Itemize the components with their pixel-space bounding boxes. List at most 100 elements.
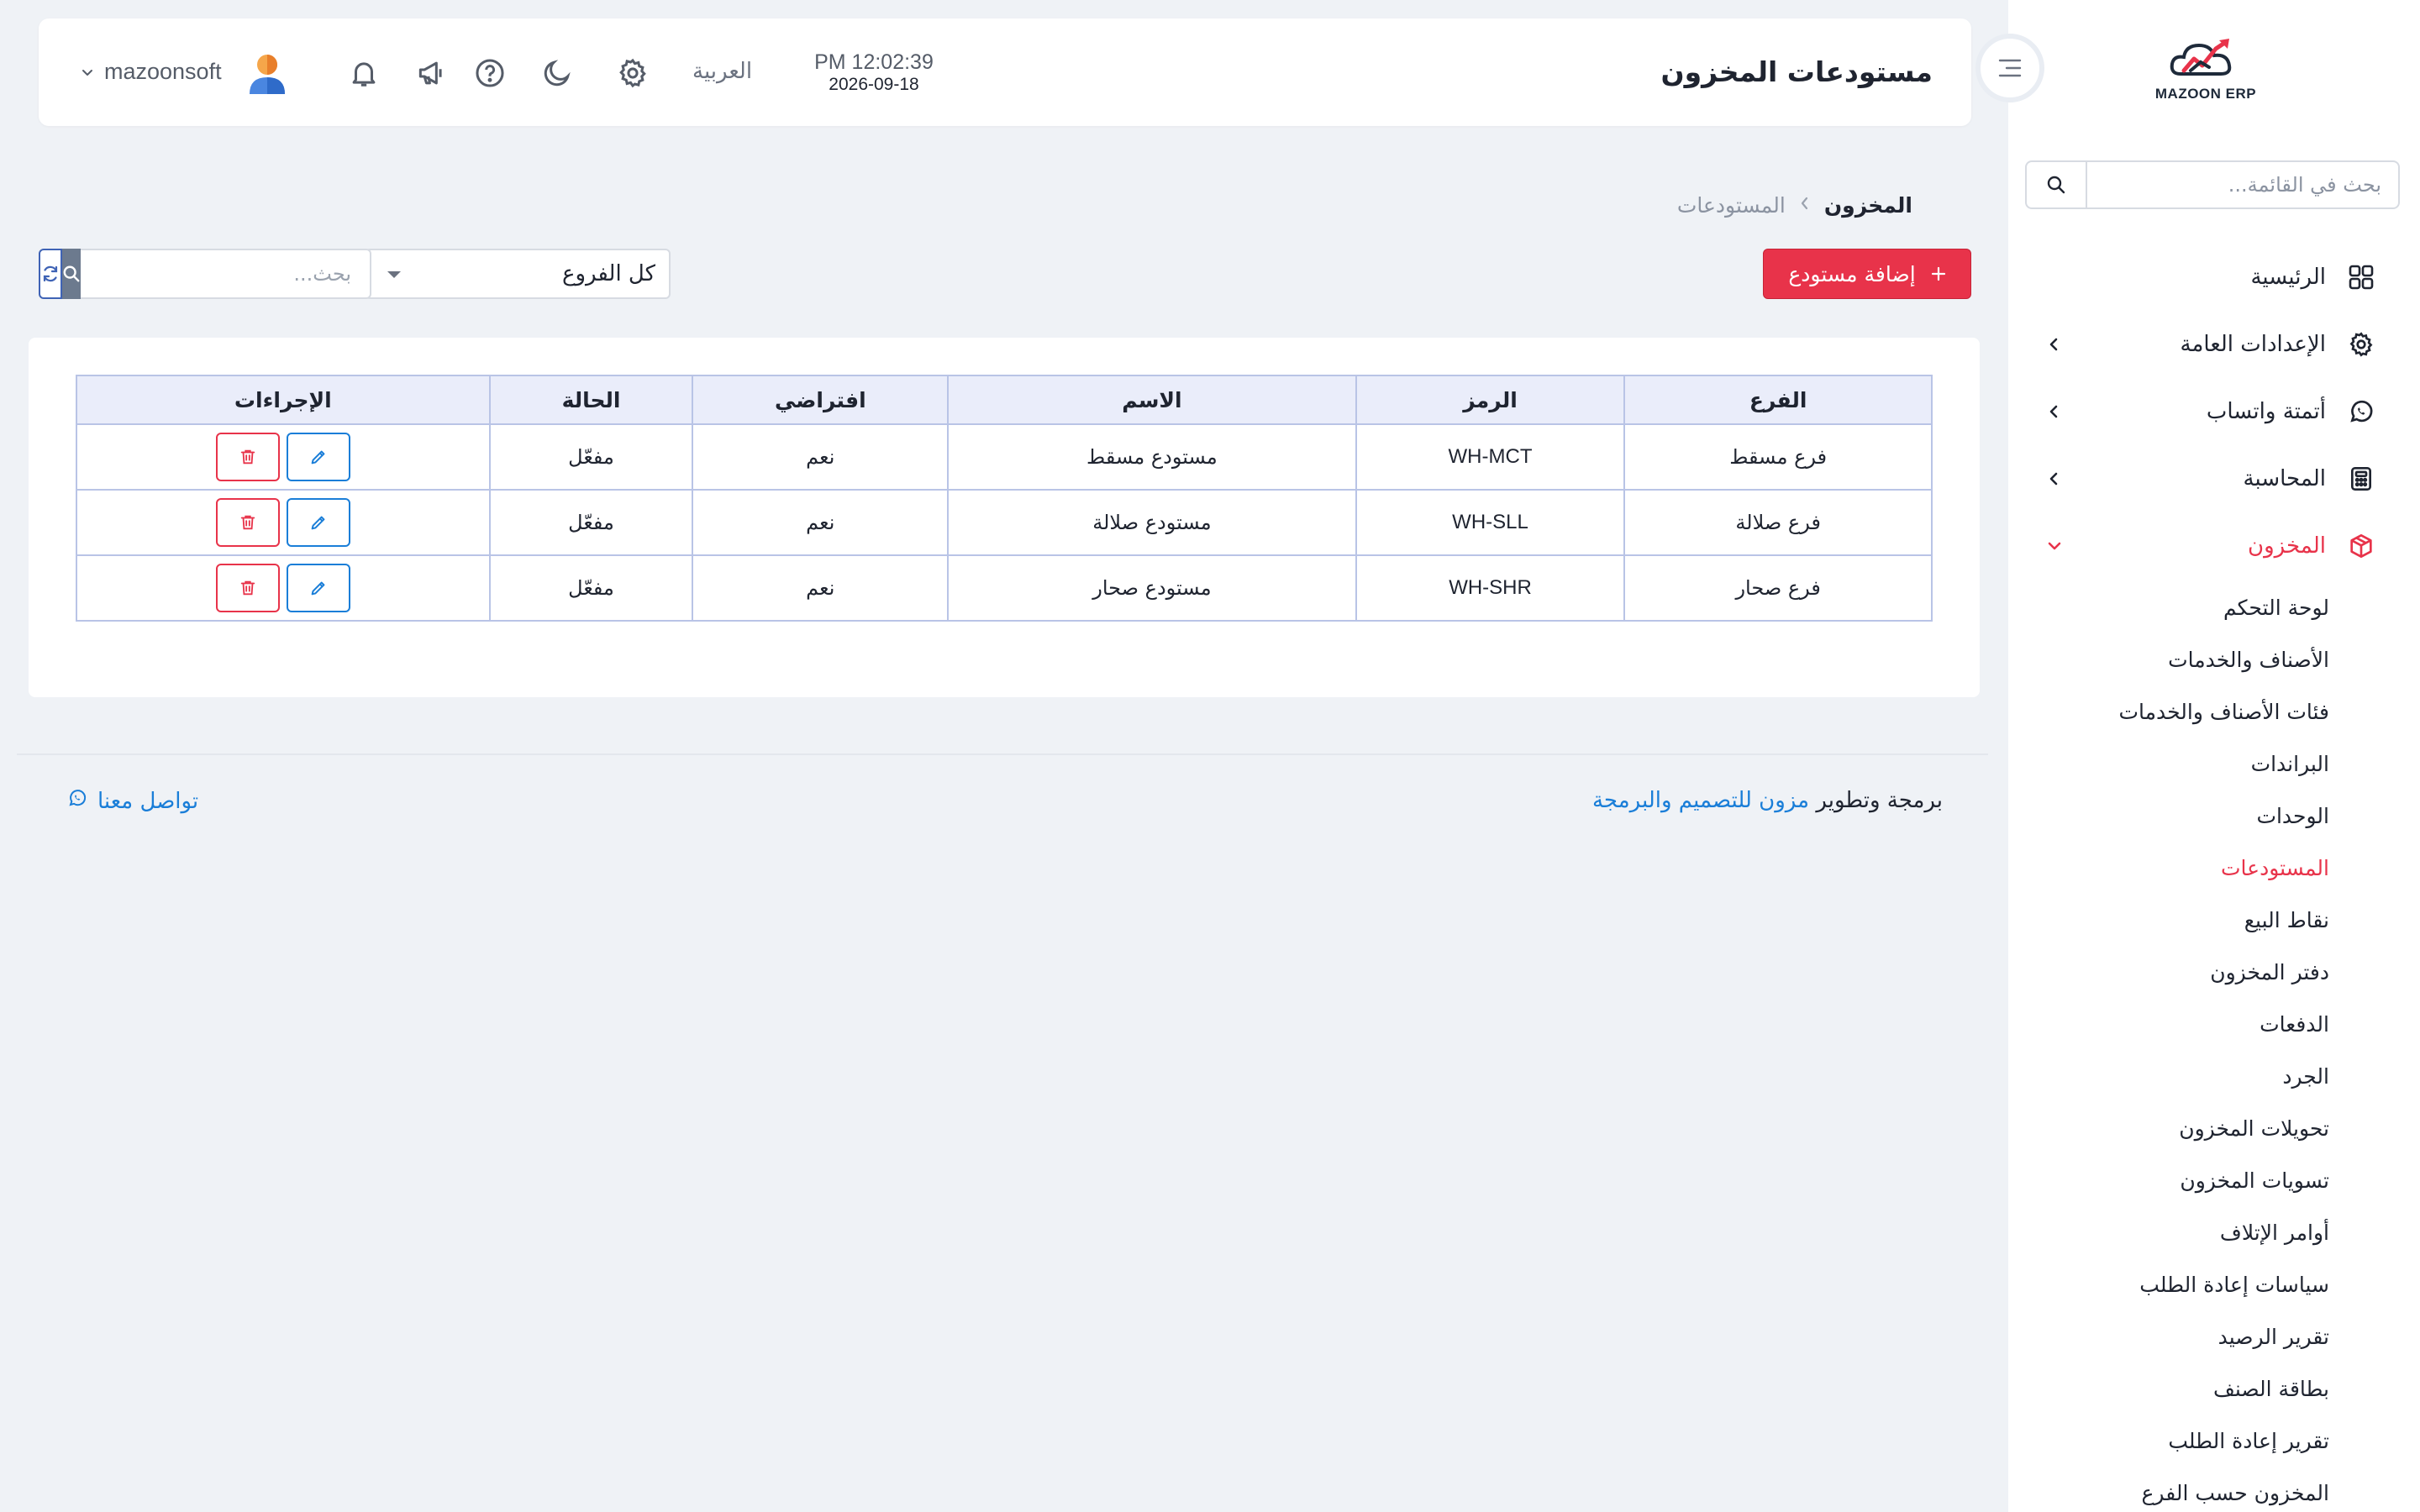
clock-time: PM 12:02:39 — [814, 50, 934, 74]
cell-actions — [76, 489, 491, 556]
sub-item-stock-ledger[interactable]: دفتر المخزون — [2008, 946, 2329, 998]
moon-icon[interactable] — [539, 55, 575, 91]
cell-status: مفعّل — [488, 423, 694, 491]
chevron-left-icon — [2042, 471, 2067, 486]
sub-item-warehouses[interactable]: المستودعات — [2008, 842, 2329, 894]
chevron-down-icon — [2042, 538, 2067, 554]
sub-item-pos[interactable]: نقاط البيع — [2008, 894, 2329, 946]
settings-gear-icon[interactable] — [615, 55, 650, 91]
cell-status: مفعّل — [488, 489, 694, 556]
sub-item-balance-report[interactable]: تقرير الرصيد — [2008, 1310, 2329, 1362]
column-header-name[interactable]: الاسم — [947, 375, 1357, 425]
delete-button[interactable] — [215, 564, 280, 612]
sub-item-stock-transfers[interactable]: تحويلات المخزون — [2008, 1102, 2329, 1154]
chevron-left-icon — [1799, 195, 1811, 216]
logo[interactable]: MAZOON ERP — [2143, 34, 2269, 118]
add-warehouse-label: إضافة مستودع — [1788, 261, 1916, 286]
language-switch[interactable]: العربية — [692, 59, 752, 84]
sidebar-item-inventory[interactable]: المخزون — [2008, 512, 2420, 580]
bell-icon[interactable] — [346, 55, 381, 91]
cell-default: نعم — [692, 554, 950, 622]
sub-item-write-off-orders[interactable]: أوامر الإتلاف — [2008, 1206, 2329, 1258]
contact-us-link[interactable]: تواصل معنا — [67, 788, 198, 814]
footer-credit-prefix: برمجة وتطوير — [1816, 788, 1943, 813]
column-header-default[interactable]: افتراضي — [692, 375, 950, 425]
footer-credit: برمجة وتطوير مزون للتصميم والبرمجة — [1592, 788, 1943, 813]
trash-icon — [240, 515, 255, 530]
sidebar-toggle-button[interactable] — [1975, 34, 2044, 102]
add-warehouse-button[interactable]: إضافة مستودع — [1763, 249, 1971, 299]
branch-filter-value: كل الفروع — [561, 261, 655, 286]
sub-item-reorder-report[interactable]: تقرير إعادة الطلب — [2008, 1415, 2329, 1467]
search-button[interactable] — [62, 249, 81, 299]
sidebar-item-label: الرئيسية — [2250, 265, 2326, 290]
logo-text: MAZOON ERP — [2154, 86, 2257, 102]
cell-name: مستودع صلالة — [947, 489, 1357, 556]
column-header-branch[interactable]: الفرع — [1623, 375, 1933, 425]
delete-button[interactable] — [215, 433, 280, 481]
megaphone-icon[interactable] — [413, 55, 449, 91]
sub-item-stock-adjustments[interactable]: تسويات المخزون — [2008, 1154, 2329, 1206]
footer-credit-link[interactable]: مزون للتصميم والبرمجة — [1592, 788, 1809, 813]
chevron-left-icon — [2042, 404, 2067, 419]
pencil-icon — [311, 450, 325, 465]
user-menu[interactable]: mazoonsoft — [81, 59, 222, 85]
cell-code: WH-SLL — [1355, 489, 1626, 556]
cell-branch: فرع صلالة — [1623, 489, 1933, 556]
inventory-submenu: لوحة التحكم الأصناف والخدمات فئات الأصنا… — [2008, 580, 2420, 1512]
column-header-code[interactable]: الرمز — [1355, 375, 1626, 425]
cell-code: WH-MCT — [1355, 423, 1626, 491]
table-search-group — [39, 249, 371, 299]
column-header-actions: الإجراءات — [76, 375, 491, 425]
table-header-row: الفرع الرمز الاسم افتراضي الحالة الإجراء… — [76, 375, 1933, 425]
breadcrumb-current: المستودعات — [1676, 193, 1786, 218]
cell-default: نعم — [692, 489, 950, 556]
grid-icon — [2344, 260, 2378, 294]
sub-item-stocktake[interactable]: الجرد — [2008, 1050, 2329, 1102]
sub-item-item-card[interactable]: بطاقة الصنف — [2008, 1362, 2329, 1415]
cell-branch: فرع صحار — [1623, 554, 1933, 622]
sub-item-reorder-policies[interactable]: سياسات إعادة الطلب — [2008, 1258, 2329, 1310]
breadcrumb-root[interactable]: المخزون — [1824, 193, 1912, 218]
edit-button[interactable] — [286, 564, 350, 612]
sidebar-search — [2025, 160, 2400, 209]
sub-item-item-categories[interactable]: فئات الأصناف والخدمات — [2008, 685, 2330, 738]
table-row: فرع صحار WH-SHR مستودع صحار نعم مفعّل — [76, 554, 1933, 622]
sub-item-batches[interactable]: الدفعات — [2008, 998, 2329, 1050]
branch-filter-select[interactable]: كل الفروع — [365, 249, 671, 299]
help-icon[interactable] — [472, 55, 508, 91]
cell-branch: فرع مسقط — [1623, 423, 1933, 491]
logo-mark-icon — [2170, 39, 2232, 76]
avatar[interactable] — [246, 52, 288, 96]
footer-contact-label: تواصل معنا — [97, 788, 199, 814]
search-icon — [63, 265, 80, 282]
whatsapp-icon — [67, 788, 87, 814]
table-row: فرع مسقط WH-MCT مستودع مسقط نعم مفعّل — [76, 423, 1933, 491]
sidebar-item-home[interactable]: الرئيسية — [2008, 244, 2420, 311]
sidebar-item-whatsapp-automation[interactable]: أتمتة واتساب — [2008, 378, 2420, 445]
menu-lines-icon — [1998, 59, 2022, 77]
cell-actions — [76, 423, 491, 491]
footer-divider — [17, 753, 1988, 755]
search-icon[interactable] — [2027, 162, 2087, 207]
sidebar-item-accounting[interactable]: المحاسبة — [2008, 445, 2420, 512]
sub-item-brands[interactable]: البراندات — [2008, 738, 2329, 790]
chevron-down-icon — [82, 69, 92, 76]
column-header-status[interactable]: الحالة — [488, 375, 694, 425]
cell-actions — [76, 554, 491, 622]
edit-button[interactable] — [286, 498, 350, 547]
sub-item-dashboard[interactable]: لوحة التحكم — [2008, 581, 2329, 633]
refresh-button[interactable] — [39, 249, 62, 299]
sub-item-stock-by-branch[interactable]: المخزون حسب الفرع — [2008, 1467, 2330, 1512]
sub-item-items-services[interactable]: الأصناف والخدمات — [2008, 633, 2329, 685]
edit-button[interactable] — [286, 433, 350, 481]
delete-button[interactable] — [215, 498, 280, 547]
sub-item-units[interactable]: الوحدات — [2008, 790, 2329, 842]
table-search-input[interactable] — [81, 249, 371, 299]
sidebar-item-label: الإعدادات العامة — [2180, 332, 2326, 357]
cell-name: مستودع صحار — [947, 554, 1357, 622]
sidebar-item-general-settings[interactable]: الإعدادات العامة — [2008, 311, 2420, 378]
whatsapp-icon — [2344, 395, 2378, 428]
sidebar-search-input[interactable] — [2087, 162, 2398, 207]
refresh-icon — [43, 265, 58, 282]
